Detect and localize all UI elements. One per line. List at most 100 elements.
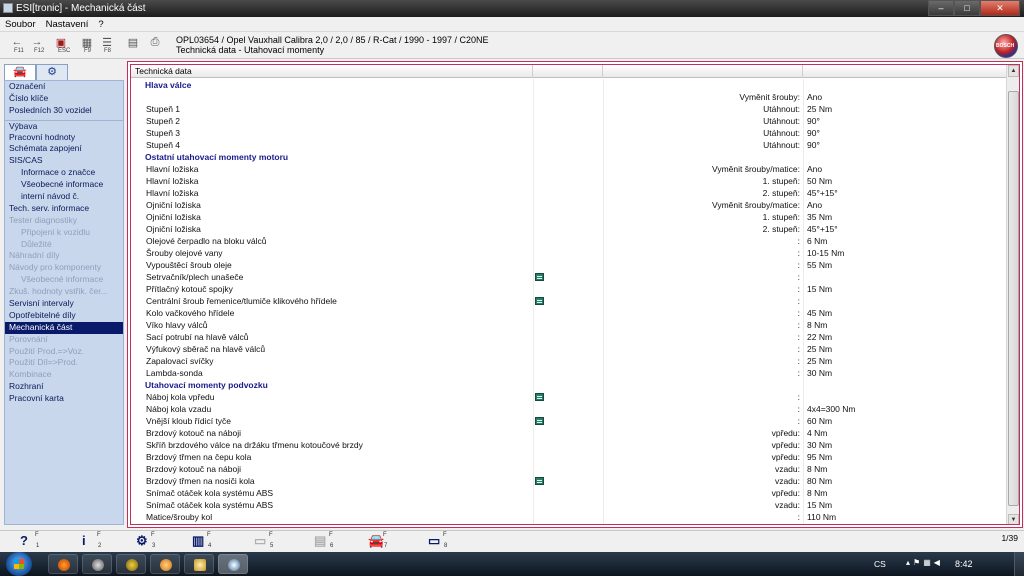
table-row[interactable]: Šrouby olejové vany:10-15 Nm [131,247,1007,259]
table-row[interactable]: Vyměnit šrouby: Ano [131,91,1007,103]
f3-button[interactable]: ⚙ F 3 [136,532,155,551]
taskbar-app-2[interactable] [82,554,112,574]
info-button[interactable]: iF2 [82,532,101,551]
column-header-icon[interactable] [533,65,603,78]
table-row[interactable]: Olejové čerpadlo na bloku válců:6 Nm [131,235,1007,247]
table-row[interactable]: Hlavní ložiska 1. stupeň: 50 Nm [131,175,1007,187]
sidebar-item[interactable]: Mechanická část [5,321,123,334]
forward-button[interactable]: → F12 [28,36,46,56]
table-row[interactable]: Víko hlavy válců:8 Nm [131,319,1007,331]
table-row[interactable]: Vnější kloub řídicí tyče:60 Nm [131,415,1007,427]
tab-vehicle[interactable]: 🚘 [4,64,36,80]
table-row[interactable]: Setrvačník/plech unašeče: [131,271,1007,283]
table-row[interactable]: Centrální šroub řemenice/tlumiče klikové… [131,295,1007,307]
minimize-button[interactable]: – [928,0,954,16]
sidebar-item[interactable]: Pracovní hodnoty [5,132,123,144]
table-row[interactable]: Skříň brzdového válce na držáku třmenu k… [131,439,1007,451]
image-link-icon[interactable] [535,273,544,281]
table-row[interactable]: Zapalovací svíčky:25 Nm [131,355,1007,367]
sidebar-item[interactable]: Všeobecné informace [5,179,123,191]
print-button[interactable]: ⎙ [146,36,164,56]
f4-button[interactable]: ▥ F 4 [192,532,211,551]
section-row[interactable]: Hlava válce [131,79,1007,91]
taskbar-explorer[interactable] [184,554,214,574]
table-row[interactable]: Hlavní ložiska Vyměnit šrouby/matice: Ano [131,163,1007,175]
table-row[interactable]: Stupeň 3 Utáhnout: 90° [131,127,1007,139]
document-button[interactable]: ▤ [124,36,142,56]
table-row[interactable]: Ojniční ložiska 2. stupeň: 45°+15° [131,223,1007,235]
sidebar-item[interactable]: SIS/CAS [5,155,123,167]
tab-diagnostics[interactable]: ⚙ [36,64,68,80]
start-button[interactable] [6,552,32,576]
back-button[interactable]: ← F11 [8,36,26,56]
sidebar-item[interactable]: Označení [5,81,123,93]
table-row[interactable]: Stupeň 4 Utáhnout: 90° [131,139,1007,151]
image-link-icon[interactable] [535,297,544,305]
sidebar-item[interactable]: interní návod č. [5,191,123,203]
image-link-icon[interactable] [535,417,544,425]
table-row[interactable]: Snímač otáček kola systému ABS vzadu: 15 N… [131,499,1007,511]
column-header-description[interactable]: Technická data [131,65,533,78]
taskbar-app-4[interactable] [150,554,180,574]
system-tray[interactable]: ▴⚑▦◀ [906,558,943,567]
menu-soubor[interactable]: Soubor [5,17,36,31]
table-row[interactable]: Výfukový sběrač na hlavě válců:25 Nm [131,343,1007,355]
sidebar-item[interactable]: Posledních 30 vozidel [5,105,123,117]
table-row[interactable]: Stupeň 2 Utáhnout: 90° [131,115,1007,127]
sidebar-item[interactable]: Opotřebitelné díly [5,310,123,322]
table-row[interactable]: Ojniční ložiska 1. stupeň: 35 Nm [131,211,1007,223]
image-link-icon[interactable] [535,393,544,401]
help-button[interactable]: ? F 1 [20,532,39,551]
taskbar-app-3[interactable] [116,554,146,574]
f8-button[interactable]: ▭ F 8 [428,532,447,551]
menu-help[interactable]: ? [98,17,103,31]
section-row[interactable]: Utahovací momenty podvozku [131,379,1007,391]
menu-nastaveni[interactable]: Nastavení [46,17,89,31]
table-row[interactable]: Hlavní ložiska 2. stupeň: 45°+15° [131,187,1007,199]
image-link-icon[interactable] [535,477,544,485]
clock[interactable]: 8:42 [955,559,973,569]
table-row[interactable]: Brzdový třmen na nosiči kola vzadu: 80 Nm [131,475,1007,487]
sidebar-item[interactable]: Tech. serv. informace [5,203,123,215]
column-header-value[interactable] [803,65,1007,78]
scroll-thumb[interactable] [1008,91,1019,506]
sidebar-item[interactable]: Schémata zapojení [5,143,123,155]
table-row[interactable]: Lambda-sonda:30 Nm [131,367,1007,379]
sidebar-item[interactable]: Výbava [5,119,123,132]
sidebar-item[interactable]: Servisní intervaly [5,298,123,310]
table-row[interactable]: Matice/šrouby kol:110 Nm [131,511,1007,523]
language-indicator[interactable]: CS [874,559,886,569]
table-row[interactable]: Brzdový kotouč na náboji vzadu: 8 Nm [131,463,1007,475]
section-row[interactable]: Ostatní utahovací momenty motoru [131,151,1007,163]
table-row[interactable]: Snímač otáček kola systému ABS vpředu: 8 N… [131,487,1007,499]
table-row[interactable]: Sací potrubí na hlavě válců:22 Nm [131,331,1007,343]
show-desktop-button[interactable] [1014,552,1024,576]
f7-button[interactable]: 🚘 F 7 [368,532,387,551]
table-row[interactable]: Přítlačný kotouč spojky:15 Nm [131,283,1007,295]
sidebar-item[interactable]: Rozhraní [5,381,123,393]
scroll-down-arrow-icon[interactable]: ▼ [1008,514,1019,524]
escape-button[interactable]: ▣ ESC [52,36,71,56]
f5-button[interactable]: ▭ F 5 [254,532,273,551]
taskbar-esitronic[interactable] [218,554,248,574]
sidebar-item[interactable]: Informace o značce [5,167,123,179]
f6-button[interactable]: ▤ F 6 [314,532,333,551]
table-row[interactable]: Brzdový kotouč na náboji vpředu: 4 Nm [131,427,1007,439]
table-row[interactable]: Náboj kola vzadu:4x4=300 Nm [131,403,1007,415]
vertical-scrollbar[interactable]: ▲ ▼ [1006,65,1019,524]
table-row[interactable]: Náboj kola vpředu: [131,391,1007,403]
sidebar-item[interactable]: Pracovní karta [5,393,123,405]
f9-button[interactable]: ▦ F9 [78,36,96,56]
column-header-condition[interactable] [603,65,803,78]
table-row[interactable]: Vypouštěcí šroub oleje:55 Nm [131,259,1007,271]
scroll-up-arrow-icon[interactable]: ▲ [1008,65,1019,77]
sidebar-item[interactable]: Číslo klíče [5,93,123,105]
f8-button[interactable]: ☰ F8 [98,36,116,56]
table-row[interactable]: Stupeň 1 Utáhnout: 25 Nm [131,103,1007,115]
table-row[interactable]: Kolo vačkového hřídele:45 Nm [131,307,1007,319]
close-button[interactable]: ✕ [980,0,1020,16]
table-row[interactable]: Ojniční ložiska Vyměnit šrouby/matice: Ano [131,199,1007,211]
maximize-button[interactable]: □ [954,0,980,16]
table-row[interactable]: Brzdový třmen na čepu kola vpředu: 95 Nm [131,451,1007,463]
taskbar-firefox[interactable] [48,554,78,574]
